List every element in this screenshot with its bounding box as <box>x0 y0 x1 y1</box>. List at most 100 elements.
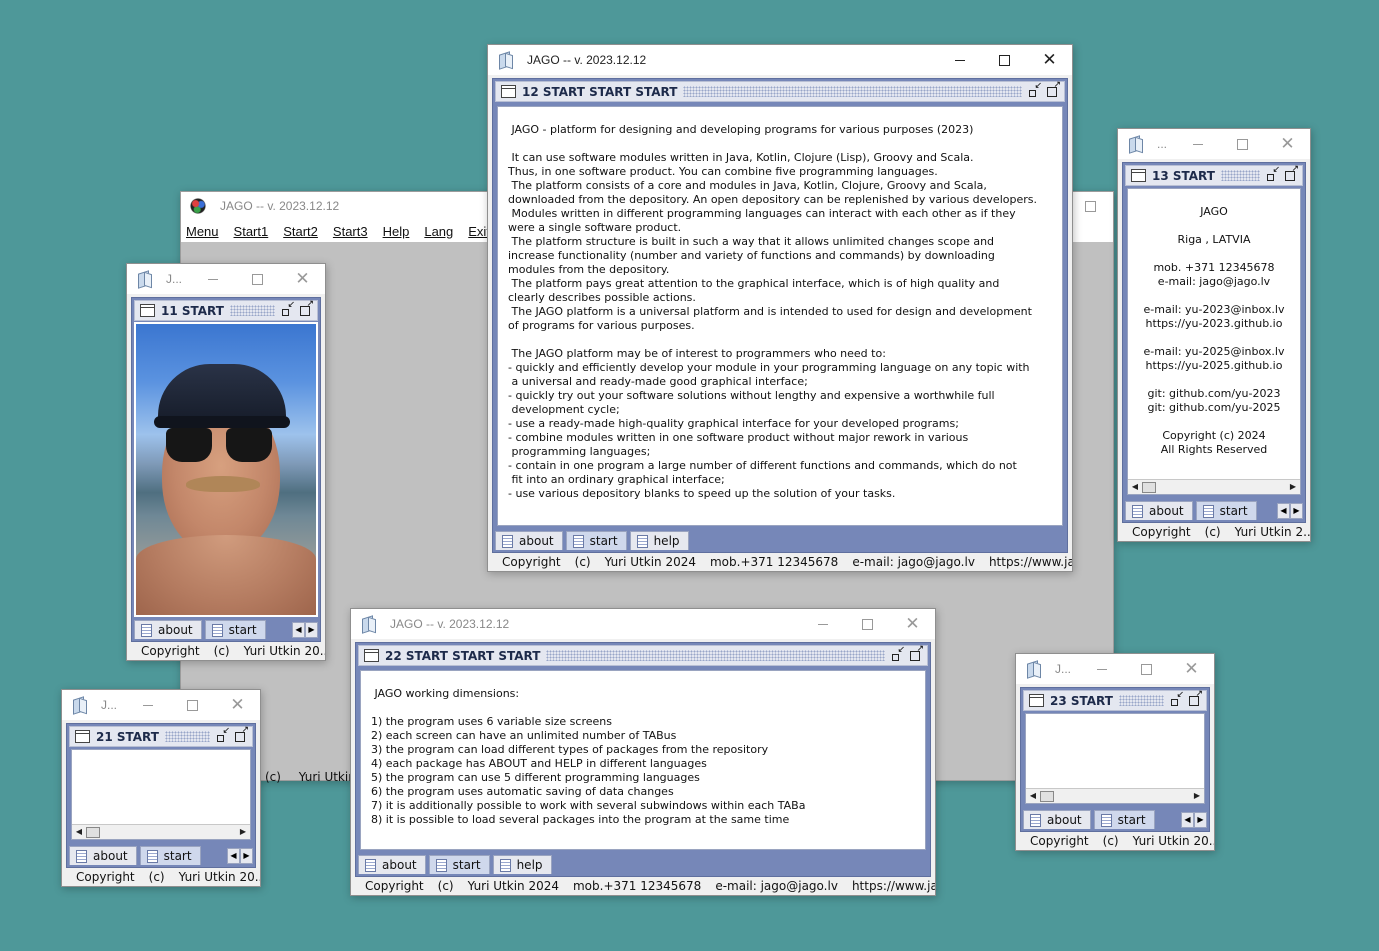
iconify-icon[interactable] <box>891 645 905 662</box>
tab-start[interactable]: start <box>428 855 490 874</box>
status-email: e-mail: jago@jago.lv <box>715 879 838 893</box>
tab-start[interactable]: start <box>1093 810 1155 829</box>
minimize-button[interactable] <box>125 690 170 720</box>
menu-item-lang[interactable]: Lang <box>424 224 453 239</box>
window-12-titlebar[interactable]: JAGO -- v. 2023.12.12 ✕ <box>488 45 1072 75</box>
maximize-frame-icon[interactable] <box>909 644 924 662</box>
window-22-titlebar[interactable]: JAGO -- v. 2023.12.12 ✕ <box>351 609 935 639</box>
close-button[interactable]: ✕ <box>1027 45 1072 75</box>
scroll-right-icon[interactable]: ▶ <box>237 826 249 838</box>
iconify-icon[interactable] <box>1028 81 1042 98</box>
close-button[interactable]: ✕ <box>890 609 935 639</box>
tab-start[interactable]: start <box>1195 501 1257 520</box>
maximize-button[interactable] <box>982 45 1027 75</box>
window-13-titlebar[interactable]: ... ✕ <box>1118 129 1310 159</box>
scroll-left-icon[interactable]: ◀ <box>1129 481 1141 493</box>
maximize-frame-icon[interactable] <box>1046 80 1061 98</box>
internal-frame-titlebar[interactable]: 23 START <box>1023 689 1207 711</box>
close-button[interactable]: ✕ <box>280 264 325 294</box>
tab-scroll-right-icon[interactable]: ▶ <box>1290 503 1303 519</box>
internal-frame-titlebar[interactable]: 11 START <box>134 299 318 321</box>
titlebar-grip <box>164 731 210 742</box>
menu-item-start3[interactable]: Start3 <box>333 224 368 239</box>
tab-about[interactable]: about <box>69 846 137 865</box>
horizontal-scrollbar[interactable]: ◀ ▶ <box>72 824 250 839</box>
maximize-button[interactable] <box>235 264 280 294</box>
internal-frame-titlebar[interactable]: 22 START START START <box>358 644 928 666</box>
window-11-titlebar[interactable]: J... ✕ <box>127 264 325 294</box>
internal-frame-titlebar[interactable]: 13 START <box>1125 164 1303 186</box>
horizontal-scrollbar[interactable]: ◀ ▶ <box>1026 788 1204 803</box>
iconify-icon[interactable] <box>1170 690 1184 707</box>
status-copyright: Copyright <box>76 870 135 884</box>
tab-about[interactable]: about <box>358 855 426 874</box>
maximize-frame-icon[interactable] <box>299 299 314 317</box>
iconify-icon[interactable] <box>281 300 295 317</box>
maximize-frame-icon[interactable] <box>234 725 249 743</box>
tab-scroll-right-icon[interactable]: ▶ <box>305 622 318 638</box>
menu-item-start2[interactable]: Start2 <box>283 224 318 239</box>
tab-scroll-left-icon[interactable]: ◀ <box>1277 503 1290 519</box>
maximize-button[interactable] <box>1124 654 1169 684</box>
horizontal-scrollbar[interactable]: ◀ ▶ <box>1128 479 1300 494</box>
window-21-titlebar[interactable]: J... ✕ <box>62 690 260 720</box>
scroll-thumb[interactable] <box>1040 791 1054 802</box>
tab-scroll-right-icon[interactable]: ▶ <box>1194 812 1207 828</box>
internal-frame-titlebar[interactable]: 21 START <box>69 725 253 747</box>
status-c: (c) <box>148 870 165 884</box>
tab-about[interactable]: about <box>134 620 202 639</box>
tab-label: about <box>1149 504 1184 518</box>
scroll-right-icon[interactable]: ▶ <box>1287 481 1299 493</box>
tab-scroll-left-icon[interactable]: ◀ <box>227 848 240 864</box>
titlebar-grip <box>1220 170 1260 181</box>
scroll-left-icon[interactable]: ◀ <box>1027 790 1039 802</box>
tab-start[interactable]: start <box>204 620 266 639</box>
internal-frame-titlebar[interactable]: 12 START START START <box>495 80 1065 102</box>
maximize-frame-icon[interactable] <box>1188 689 1203 707</box>
about-text-area[interactable]: JAGO - platform for designing and develo… <box>497 106 1063 526</box>
tab-about[interactable]: about <box>1125 501 1193 520</box>
tab-start[interactable]: start <box>139 846 201 865</box>
minimize-button[interactable] <box>190 264 235 294</box>
tab-help[interactable]: help <box>492 855 552 874</box>
tab-scroll-left-icon[interactable]: ◀ <box>1181 812 1194 828</box>
dimensions-text-area[interactable]: JAGO working dimensions: 1) the program … <box>360 670 926 850</box>
tab-start[interactable]: start <box>565 531 627 550</box>
tab-about[interactable]: about <box>1023 810 1091 829</box>
maximize-frame-icon[interactable] <box>1284 164 1299 182</box>
text-area[interactable]: ◀ ▶ <box>71 749 251 840</box>
menu-item-help[interactable]: Help <box>383 224 410 239</box>
tab-scroll: ◀ ▶ <box>1181 811 1207 829</box>
iconify-icon[interactable] <box>216 726 230 743</box>
tab-help[interactable]: help <box>629 531 689 550</box>
window-23-titlebar[interactable]: J... ✕ <box>1016 654 1214 684</box>
internal-frame-title: 13 START <box>1152 168 1215 183</box>
document-icon <box>502 534 513 548</box>
minimize-button[interactable] <box>1079 654 1124 684</box>
maximize-button[interactable] <box>1220 129 1265 159</box>
scroll-right-icon[interactable]: ▶ <box>1191 790 1203 802</box>
scroll-left-icon[interactable]: ◀ <box>73 826 85 838</box>
iconify-icon[interactable] <box>1266 165 1280 182</box>
maximize-button[interactable] <box>845 609 890 639</box>
text-area[interactable]: ◀ ▶ <box>1025 713 1205 804</box>
maximize-button[interactable] <box>170 690 215 720</box>
menu-item-start1[interactable]: Start1 <box>234 224 269 239</box>
minimize-button[interactable] <box>1175 129 1220 159</box>
tab-about[interactable]: about <box>495 531 563 550</box>
status-copyright: Copyright <box>1132 525 1191 539</box>
contacts-text-area[interactable]: JAGO Riga , LATVIA mob. +371 12345678 e-… <box>1127 188 1301 495</box>
scroll-thumb[interactable] <box>1142 482 1156 493</box>
menu-item-menu[interactable]: Menu <box>186 224 219 239</box>
close-button[interactable]: ✕ <box>1265 129 1310 159</box>
minimize-button[interactable] <box>937 45 982 75</box>
main-window-maximize-button[interactable] <box>1068 191 1113 221</box>
minimize-button[interactable] <box>800 609 845 639</box>
close-button[interactable]: ✕ <box>1169 654 1214 684</box>
status-website: https://www.jago.lv <box>988 555 1072 569</box>
tab-scroll-right-icon[interactable]: ▶ <box>240 848 253 864</box>
close-button[interactable]: ✕ <box>215 690 260 720</box>
tab-scroll-left-icon[interactable]: ◀ <box>292 622 305 638</box>
scroll-thumb[interactable] <box>86 827 100 838</box>
status-c: (c) <box>437 879 454 893</box>
